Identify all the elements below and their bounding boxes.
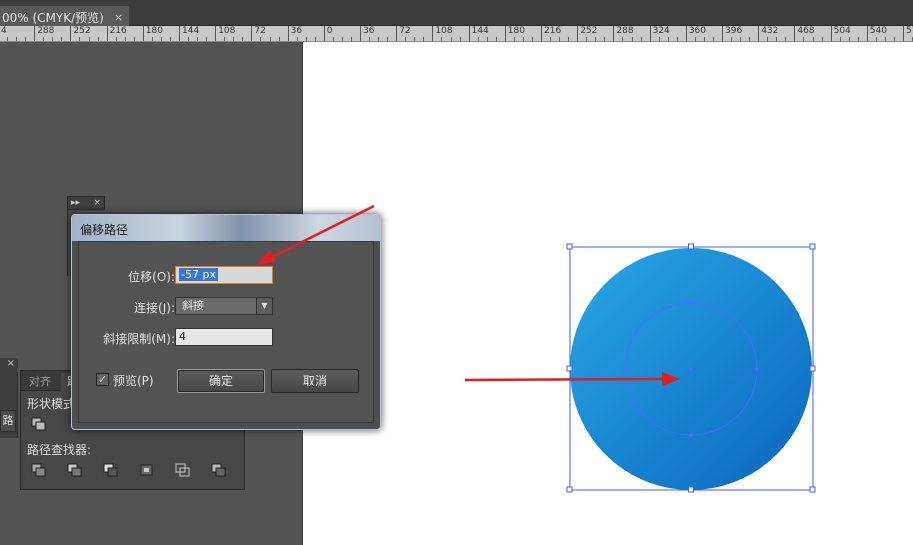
joins-label: 连接(J): [134, 301, 175, 315]
pathfinder-buttons [31, 463, 227, 477]
divide-icon[interactable] [31, 463, 47, 477]
offset-input[interactable]: -57 px [175, 266, 273, 284]
tab-align[interactable]: 对齐 [23, 373, 57, 391]
shape-modes-label: 形状模式 [27, 397, 76, 411]
minus-back-icon[interactable] [211, 463, 227, 477]
offset-path-dialog: 偏移路径 位移(O): -57 px 连接(J): 斜接 ▼ 斜接限制(M): … [71, 214, 381, 430]
close-icon[interactable]: × [0, 358, 18, 372]
offset-label: 位移(O): [128, 270, 175, 284]
merge-icon[interactable] [103, 463, 119, 477]
pathfinders-label: 路径查找器: [27, 443, 92, 457]
miter-limit-input[interactable]: 4 [175, 328, 273, 346]
left-panel-strip: 路 [0, 372, 18, 438]
preview-label: 预览(P) [113, 374, 154, 388]
dialog-title: 偏移路径 [80, 223, 129, 237]
preview-checkbox[interactable]: ✓ [96, 373, 109, 386]
crop-icon[interactable] [139, 463, 155, 477]
collapse-icon[interactable]: ▸▸ [71, 198, 80, 208]
dialog-title-bar[interactable]: 偏移路径 [72, 215, 380, 241]
panel-strip-button[interactable]: 路 [0, 410, 16, 432]
cancel-button[interactable]: 取消 [271, 369, 359, 393]
miter-limit-label: 斜接限制(M): [103, 332, 175, 346]
outline-icon[interactable] [175, 463, 191, 477]
offset-value: -57 px [179, 268, 218, 281]
collapsed-panel-header[interactable]: ▸▸ × [67, 196, 105, 210]
joins-value: 斜接 [182, 299, 204, 312]
close-icon[interactable]: × [93, 198, 101, 208]
chevron-down-icon[interactable]: ▼ [256, 298, 272, 314]
miter-limit-value: 4 [179, 330, 186, 343]
joins-select[interactable]: 斜接 ▼ [175, 297, 273, 315]
dialog-body: 位移(O): -57 px 连接(J): 斜接 ▼ 斜接限制(M): 4 ✓ 预… [78, 241, 374, 423]
trim-icon[interactable] [67, 463, 83, 477]
unite-icon[interactable] [31, 417, 47, 434]
ok-button[interactable]: 确定 [177, 369, 265, 393]
